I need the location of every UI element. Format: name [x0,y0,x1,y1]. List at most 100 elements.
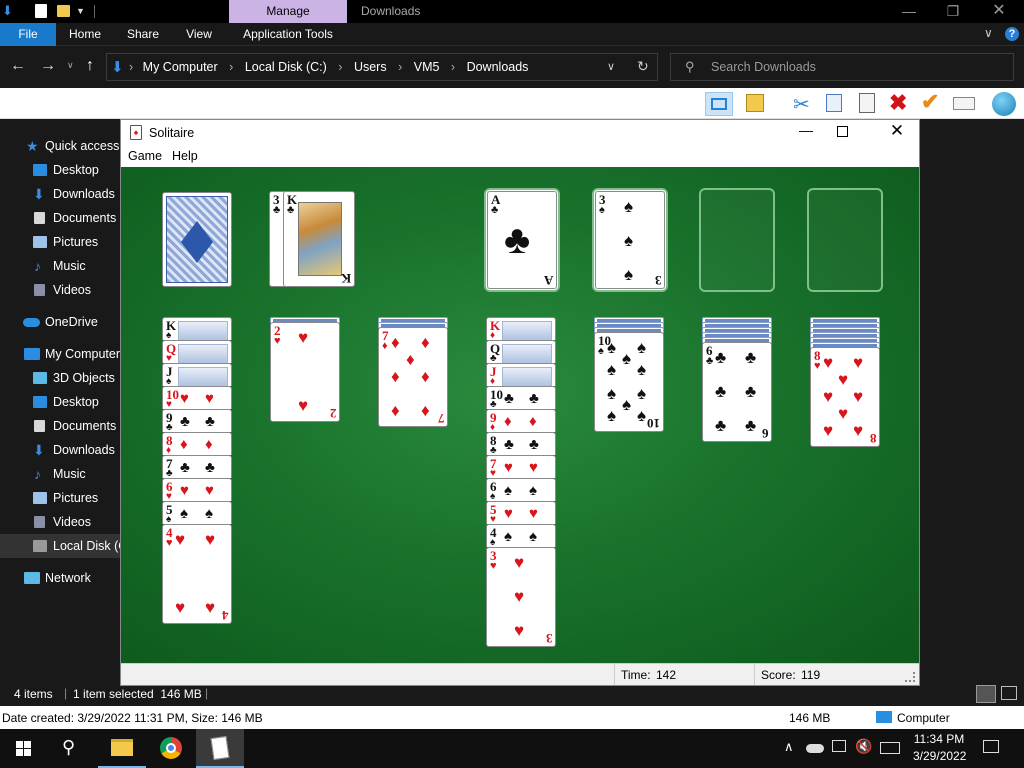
properties-icon[interactable] [35,4,47,18]
nav-documents[interactable]: Documents [0,206,120,230]
customize-toolbar-icon[interactable]: ▼ [76,4,86,18]
volume-muted-icon[interactable]: 🔇 [855,738,872,755]
notification-icon[interactable] [983,740,999,753]
new-folder-icon[interactable] [57,5,70,17]
network-tray-icon[interactable] [832,740,846,752]
tab-home[interactable]: Home [60,23,110,46]
card-10-spades[interactable]: 10 ♠ ♠ ♠ ♠ ♠ ♠ ♠ ♠ ♠ ♠ ♠ 10 [594,332,664,432]
foundation-4-empty[interactable] [807,188,883,292]
breadcrumb-local-disk[interactable]: Local Disk (C:) [245,60,327,74]
nav-videos-pc[interactable]: Videos [0,510,120,534]
card-7-hearts[interactable]: 7 ♥ ♥ ♥ [486,455,556,479]
card-5-hearts[interactable]: 5 ♥ ♥ ♥ [486,501,556,525]
paste-icon[interactable] [859,93,875,113]
clock-date[interactable]: 3/29/2022 [913,749,966,763]
card-3-hearts[interactable]: 3 ♥ ♥ ♥ ♥ 3 [486,547,556,647]
foundation-3-spades[interactable]: 3 ♠ ♠ ♠ ♠ 3 [595,191,665,289]
forward-arrow-icon[interactable]: → [40,57,56,75]
nav-my-computer[interactable]: My Computer [0,342,120,366]
nav-onedrive[interactable]: OneDrive [0,310,120,334]
waste-card-king-clubs[interactable]: K ♣ K [283,191,355,287]
card-4-spades[interactable]: 4 ♠ ♠ ♠ [486,524,556,548]
onedrive-tray-icon[interactable] [806,744,824,753]
quick-access-download-icon[interactable]: ⬇ [2,4,14,18]
minimize-button[interactable]: — [886,0,932,23]
back-arrow-icon[interactable]: ← [10,57,26,75]
card-q-clubs[interactable]: Q ♣ [486,340,556,364]
card-9-diamonds[interactable]: 9 ♦ ♦ ♦ [486,409,556,433]
recent-locations-icon[interactable]: ∨ [67,60,74,71]
delete-icon[interactable]: ✖ [889,90,907,116]
card-j-diamonds[interactable]: J ♦ [486,363,556,387]
nav-desktop-pc[interactable]: Desktop [0,390,120,414]
card-7-clubs[interactable]: 7 ♣ ♣ ♣ [162,455,232,479]
cut-icon[interactable]: ✂ [793,92,810,117]
ribbon-expand-icon[interactable]: ∨ [984,26,993,40]
resize-grip-icon[interactable] [905,672,915,682]
clock-time[interactable]: 11:34 PM [913,732,965,746]
keyboard-icon[interactable] [880,742,900,754]
refresh-icon[interactable]: ↻ [637,58,649,75]
card-10-hearts[interactable]: 10 ♥ ♥ ♥ [162,386,232,410]
manage-context-tab[interactable]: Manage [229,0,347,23]
nav-music[interactable]: ♪ Music [0,254,120,278]
nav-3d-objects[interactable]: 3D Objects [0,366,120,390]
card-k-diamonds[interactable]: K ♦ [486,317,556,341]
breadcrumb-users[interactable]: Users [354,60,387,74]
sol-minimize-button[interactable]: — [791,122,821,142]
card-9-clubs[interactable]: 9 ♣ ♣ ♣ [162,409,232,433]
card-8-diamonds[interactable]: 8 ♦ ♦ ♦ [162,432,232,456]
nav-desktop[interactable]: Desktop [0,158,120,182]
breadcrumb-vm5[interactable]: VM5 [414,60,440,74]
card-j-spades[interactable]: J ♠ [162,363,232,387]
card-2-hearts[interactable]: 2 ♥ ♥ ♥ 2 [270,322,340,422]
card-5-spades[interactable]: 5 ♠ ♠ ♠ [162,501,232,525]
show-hidden-icons[interactable]: ∧ [784,739,794,755]
card-4-hearts[interactable]: 4 ♥ ♥ ♥ ♥ ♥ 4 [162,524,232,624]
foundation-3-empty[interactable] [699,188,775,292]
nav-quick-access[interactable]: ★ Quick access [0,134,120,158]
nav-pictures-pc[interactable]: Pictures [0,486,120,510]
card-q-hearts[interactable]: Q ♥ [162,340,232,364]
tab-share[interactable]: Share [118,23,168,46]
search-box[interactable]: ⚲ Search Downloads [670,53,1014,81]
address-dropdown-icon[interactable]: ∨ [607,60,615,73]
breadcrumb-my-computer[interactable]: My Computer [143,60,218,74]
file-explorer-taskbar-icon[interactable] [98,729,146,768]
menu-help[interactable]: Help [172,149,198,163]
nav-local-disk[interactable]: Local Disk (C:) [0,534,120,558]
card-8-hearts[interactable]: 8 ♥ ♥ ♥ ♥ ♥ ♥ ♥ ♥ ♥ 8 [810,347,880,447]
card-k-spades[interactable]: K ♠ [162,317,232,341]
solitaire-taskbar-icon[interactable] [196,729,244,768]
search-taskbar-icon[interactable]: ⚲ [62,737,75,758]
large-icons-view-icon[interactable] [1001,686,1017,700]
help-icon[interactable]: ? [1005,27,1019,41]
rename-check-icon[interactable]: ✔ [921,89,939,115]
new-item-icon[interactable] [746,94,764,112]
properties-strip-icon[interactable] [953,97,975,110]
preview-pane-icon[interactable] [705,92,733,116]
up-arrow-icon[interactable]: ↑ [86,57,94,75]
card-7-diamonds[interactable]: 7 ♦ ♦ ♦ ♦ ♦ ♦ ♦ ♦ 7 [378,327,448,427]
start-button[interactable] [0,729,48,768]
card-8-clubs[interactable]: 8 ♣ ♣ ♣ [486,432,556,456]
menu-game[interactable]: Game [128,149,162,163]
nav-documents-pc[interactable]: Documents [0,414,120,438]
stock-pile[interactable] [162,192,232,287]
address-box[interactable]: ⬇ › My Computer › Local Disk (C:) › User… [106,53,658,81]
nav-music-pc[interactable]: ♪ Music [0,462,120,486]
nav-downloads[interactable]: ⬇ Downloads [0,182,120,206]
maximize-button[interactable]: ❐ [930,0,976,23]
tab-view[interactable]: View [176,23,222,46]
foundation-ace-clubs[interactable]: A ♣ ♣ A [487,191,557,289]
details-view-icon[interactable] [976,685,996,703]
card-10-clubs[interactable]: 10 ♣ ♣ ♣ [486,386,556,410]
close-button[interactable]: ✕ [976,0,1022,23]
sol-maximize-button[interactable] [837,126,848,137]
nav-pictures[interactable]: Pictures [0,230,120,254]
nav-videos[interactable]: Videos [0,278,120,302]
nav-downloads-pc[interactable]: ⬇ Downloads [0,438,120,462]
breadcrumb-downloads[interactable]: Downloads [467,60,529,74]
copy-icon[interactable] [826,94,842,112]
nav-network[interactable]: Network [0,566,120,590]
